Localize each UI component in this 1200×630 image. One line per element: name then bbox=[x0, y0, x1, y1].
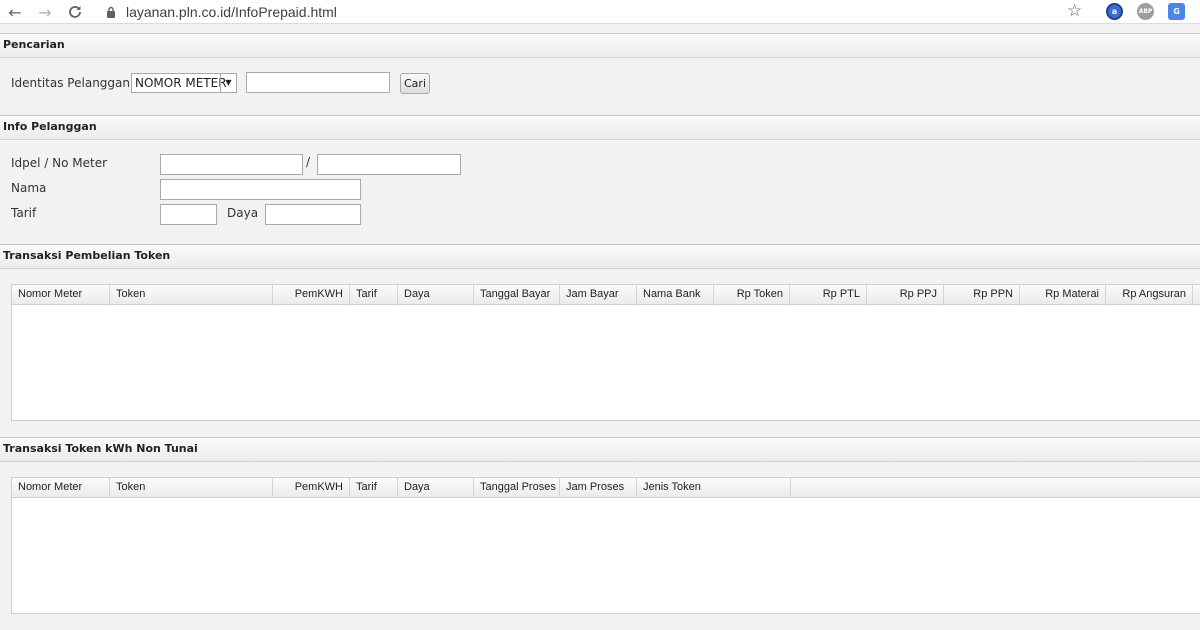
daya-label: Daya bbox=[227, 206, 259, 220]
column-header[interactable]: Rp PPN bbox=[944, 285, 1020, 305]
tarif-label: Tarif bbox=[11, 206, 37, 220]
column-header[interactable]: Jenis Token bbox=[637, 478, 791, 498]
chevron-down-icon: ▼ bbox=[220, 74, 236, 92]
column-header[interactable]: Daya bbox=[398, 478, 474, 498]
column-header[interactable]: Nomor Meter bbox=[12, 285, 110, 305]
idpel-separator: / bbox=[306, 155, 311, 169]
column-header[interactable]: Tanggal Bayar bbox=[474, 285, 560, 305]
nontunai-title: Transaksi Token kWh Non Tunai bbox=[0, 438, 1200, 462]
nama-label: Nama bbox=[11, 181, 47, 195]
nontunai-section: Transaksi Token kWh Non Tunai Nomor Mete… bbox=[0, 437, 1200, 630]
meter-number-field[interactable] bbox=[317, 154, 461, 175]
bookmark-star-icon[interactable]: ☆ bbox=[1067, 1, 1082, 21]
info-title: Info Pelanggan bbox=[0, 116, 1200, 140]
column-header[interactable]: Nomor Meter bbox=[12, 478, 110, 498]
pembelian-table-header: Nomor Meter Token PemKWH Tarif Daya Tang… bbox=[12, 285, 1200, 305]
lock-icon bbox=[104, 4, 118, 20]
column-header[interactable]: Nama Bank bbox=[637, 285, 714, 305]
column-header[interactable]: Rp Angsuran bbox=[1106, 285, 1193, 305]
nama-field[interactable] bbox=[160, 179, 361, 200]
translate-icon[interactable]: G bbox=[1168, 3, 1185, 20]
extension-icon[interactable]: a bbox=[1106, 3, 1123, 20]
column-header[interactable]: Rp Token bbox=[714, 285, 790, 305]
pembelian-title: Transaksi Pembelian Token bbox=[0, 245, 1200, 269]
column-header[interactable]: Tanggal Proses bbox=[474, 478, 560, 498]
info-section: Info Pelanggan Idpel / No Meter / Nama T… bbox=[0, 115, 1200, 241]
identity-type-value: NOMOR METER bbox=[135, 76, 227, 90]
column-header[interactable]: Token bbox=[110, 478, 273, 498]
address-bar[interactable]: layanan.pln.co.id/InfoPrepaid.html bbox=[98, 0, 1098, 23]
search-input[interactable] bbox=[246, 72, 390, 93]
column-header[interactable]: Rp PTL bbox=[790, 285, 867, 305]
pembelian-section: Transaksi Pembelian Token Nomor Meter To… bbox=[0, 244, 1200, 434]
column-header[interactable]: Jam Bayar bbox=[560, 285, 637, 305]
url-text: layanan.pln.co.id/InfoPrepaid.html bbox=[126, 3, 337, 20]
reload-icon[interactable] bbox=[64, 2, 86, 22]
idpel-field[interactable] bbox=[160, 154, 303, 175]
tarif-field[interactable] bbox=[160, 204, 217, 225]
column-header[interactable]: Rp PPJ bbox=[867, 285, 944, 305]
column-header[interactable]: PemKWH bbox=[273, 285, 350, 305]
column-header[interactable]: Daya bbox=[398, 285, 474, 305]
adblock-icon[interactable]: ABP bbox=[1137, 3, 1154, 20]
identity-type-select[interactable]: NOMOR METER ▼ bbox=[131, 73, 237, 93]
column-header[interactable]: Tarif bbox=[350, 478, 398, 498]
column-header[interactable]: Rp Materai bbox=[1020, 285, 1106, 305]
idpel-label: Idpel / No Meter bbox=[11, 156, 108, 170]
back-icon[interactable]: ← bbox=[4, 2, 26, 22]
column-header[interactable]: Jam Proses bbox=[560, 478, 637, 498]
pencarian-section: Pencarian Identitas Pelanggan NOMOR METE… bbox=[0, 33, 1200, 111]
daya-field[interactable] bbox=[265, 204, 361, 225]
search-button[interactable]: Cari bbox=[400, 73, 430, 94]
forward-icon[interactable]: → bbox=[34, 2, 56, 22]
pencarian-title: Pencarian bbox=[0, 34, 1200, 58]
identity-label: Identitas Pelanggan bbox=[11, 76, 130, 90]
column-header[interactable]: PemKWH bbox=[273, 478, 350, 498]
column-header[interactable]: Token bbox=[110, 285, 273, 305]
nontunai-table-header: Nomor Meter Token PemKWH Tarif Daya Tang… bbox=[12, 478, 1200, 498]
browser-toolbar: ← → layanan.pln.co.id/InfoPrepaid.html ☆… bbox=[0, 0, 1200, 24]
nontunai-table: Nomor Meter Token PemKWH Tarif Daya Tang… bbox=[11, 477, 1200, 614]
column-header[interactable]: Tarif bbox=[350, 285, 398, 305]
pembelian-table: Nomor Meter Token PemKWH Tarif Daya Tang… bbox=[11, 284, 1200, 421]
